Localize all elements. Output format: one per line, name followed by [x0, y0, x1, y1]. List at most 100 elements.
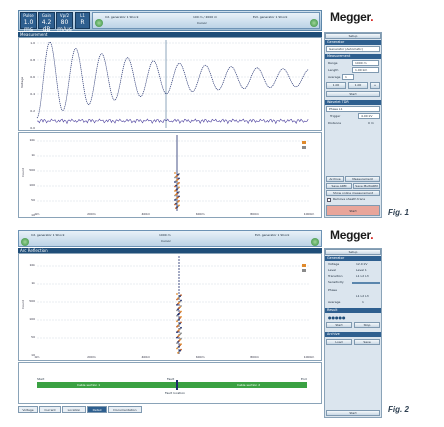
- scatter-point: [176, 188, 178, 191]
- scatter-point: [176, 309, 178, 312]
- tab-detail[interactable]: Detail: [87, 406, 107, 413]
- gain-button[interactable]: Gain 4.2 dB: [38, 12, 55, 33]
- save-arm-button[interactable]: Save ARM: [326, 183, 352, 189]
- setup-button-fig2[interactable]: Setup: [325, 249, 381, 255]
- tab-location[interactable]: Location: [62, 406, 86, 413]
- fig2-status-right: Ext. generator 1 Shock: [255, 233, 290, 237]
- fig1-status-mid-1: 100 m / 2000 m: [193, 15, 218, 19]
- scatter1-svg: 10k1k5001005010 0m 200m 400m 600m 800m 1000m …: [21, 135, 314, 217]
- scatter-x-tick: 800m: [250, 212, 259, 216]
- fig2-status-mid-1: 1000 m: [159, 233, 171, 237]
- scatter-y-tick: 10k: [29, 138, 35, 142]
- pulse-button[interactable]: Pulse 1.0 ms: [20, 12, 37, 33]
- scatter-point: [175, 180, 177, 182]
- length-field[interactable]: 1.00 km: [352, 67, 379, 73]
- scatter-x-tick: 0m: [35, 355, 40, 359]
- fig1-status-right: Ext. generator 1 Shock: [253, 15, 288, 19]
- remove-sheath-label: Remove sheath trace: [333, 197, 366, 201]
- scatter-y-tick: 10k: [29, 263, 35, 267]
- scatter-point: [176, 293, 178, 295]
- fig1-start-button[interactable]: Start: [326, 205, 380, 216]
- setup-button-fig1[interactable]: Setup: [325, 33, 381, 39]
- voltage-label: Voltage: [328, 262, 340, 266]
- sensitivity-slider[interactable]: [352, 282, 380, 284]
- tab-documentation[interactable]: Documentation: [108, 406, 142, 413]
- average-label: Average: [328, 75, 341, 79]
- fig1-waveform-plot[interactable]: 1.0 0.8 0.6 0.4 0.2 0.0 Voltage: [18, 37, 322, 131]
- velocity-button[interactable]: Vp/2 80 m/us: [56, 12, 73, 33]
- generator-dropdown[interactable]: Generator (Automatic): [326, 46, 380, 52]
- stepper-b[interactable]: 1.00: [348, 82, 368, 89]
- generator-right-icon[interactable]: [310, 19, 318, 27]
- fig2-generator-left-icon[interactable]: [21, 238, 29, 246]
- scatter-x-tick: 400m: [141, 212, 150, 216]
- range-label: Range: [328, 61, 338, 65]
- scatter-y-tick: 500: [29, 299, 35, 303]
- voltage-value: 12.0 kV: [356, 262, 368, 266]
- top-y-tick: 0.8: [30, 58, 35, 62]
- start-measurement-button[interactable]: Start: [326, 91, 380, 97]
- fig1-caption: Fig. 1: [388, 208, 409, 217]
- cable-bar[interactable]: Cable section 1 Cable section 2: [37, 382, 307, 388]
- scatter-point: [176, 331, 178, 334]
- archive-button[interactable]: Archive: [326, 176, 344, 182]
- stepper-a[interactable]: 1.00: [326, 82, 346, 89]
- scatter-point: [176, 320, 178, 323]
- tab-current[interactable]: Current: [39, 406, 61, 413]
- scatter-point: [175, 207, 177, 209]
- scatter-point: [178, 312, 180, 315]
- trigger-field[interactable]: 4.00 kV: [358, 113, 380, 119]
- measurement-section: Measurement: [325, 54, 381, 59]
- scatter-point: [176, 325, 178, 328]
- load-button[interactable]: Load: [326, 339, 352, 345]
- save-button[interactable]: Save: [354, 339, 380, 345]
- cable-start-label: Start: [37, 377, 45, 381]
- save-multiarm-button[interactable]: Save MultiARM: [353, 183, 380, 189]
- phase-button[interactable]: L1 R: [75, 12, 90, 29]
- fig2-phase-label: Phase: [328, 288, 337, 292]
- waveform-svg: 1.0 0.8 0.6 0.4 0.2 0.0 Voltage: [20, 40, 309, 130]
- scatter-x-tick: 600m: [196, 212, 205, 216]
- show-online-button[interactable]: Show online measurement: [326, 190, 380, 196]
- fig2-caption: Fig. 2: [388, 405, 409, 414]
- step-up-button[interactable]: +: [370, 82, 380, 89]
- tab-voltage[interactable]: Voltage: [18, 406, 38, 413]
- scatter-point: [174, 185, 176, 188]
- scatter1-y-title: Count: [21, 167, 25, 177]
- scatter-point: [174, 203, 176, 206]
- scatter-x-tick: 400m: [141, 355, 150, 359]
- measurement-button[interactable]: Measurement: [345, 176, 380, 182]
- scatter-point: [176, 304, 178, 306]
- scatter-point: [176, 298, 178, 301]
- average-field[interactable]: 1: [342, 74, 354, 80]
- fig2-scatter-plot[interactable]: 10k 1k 500 100 50 10 0m 200m 400m 600m 800m 1000m …: [18, 253, 322, 361]
- fig1-scatter-plot[interactable]: 10k 1k 500 100 50 10 0m 200m 400m 600m 800m 1000m …: [18, 132, 322, 218]
- fault-marker[interactable]: [176, 380, 178, 390]
- sensitivity-label: Sensitivity: [328, 280, 344, 284]
- level-label: Level: [328, 268, 336, 272]
- scatter-point: [177, 182, 179, 185]
- generator-section: Generator: [325, 40, 381, 45]
- logo-text: Megger: [330, 10, 371, 24]
- megger-logo-fig1: Megger.: [330, 10, 374, 24]
- phase-value: R: [80, 19, 85, 26]
- archive-section: Archive: [325, 332, 381, 337]
- remove-sheath-checkbox[interactable]: [327, 198, 331, 202]
- fig2-start-button[interactable]: Start: [326, 322, 352, 328]
- phase-dropdown[interactable]: Phase L1: [326, 106, 380, 112]
- display-dots[interactable]: ●●●●●: [328, 315, 378, 320]
- scatter-point: [178, 191, 180, 193]
- generator-left-icon[interactable]: [95, 19, 103, 27]
- scatter-x-tick: 1000m: [304, 355, 315, 359]
- transition-label: Transition: [328, 274, 343, 278]
- scatter-point: [175, 193, 177, 196]
- range-field[interactable]: 1000 m: [352, 60, 379, 66]
- scatter-point: [176, 174, 178, 177]
- fig2-generator-right-icon[interactable]: [311, 238, 319, 246]
- transition-value: L1 L2 L3: [356, 274, 369, 278]
- fig2-stop-button[interactable]: Stop: [354, 322, 380, 328]
- fig2-status-bar: Int. generator 1 Shock 1000 m Cursor Ext…: [18, 230, 322, 247]
- fig2-bottom-button[interactable]: Start: [326, 410, 380, 416]
- scatter-x-tick: 200m: [87, 355, 96, 359]
- scatter-point: [174, 176, 176, 179]
